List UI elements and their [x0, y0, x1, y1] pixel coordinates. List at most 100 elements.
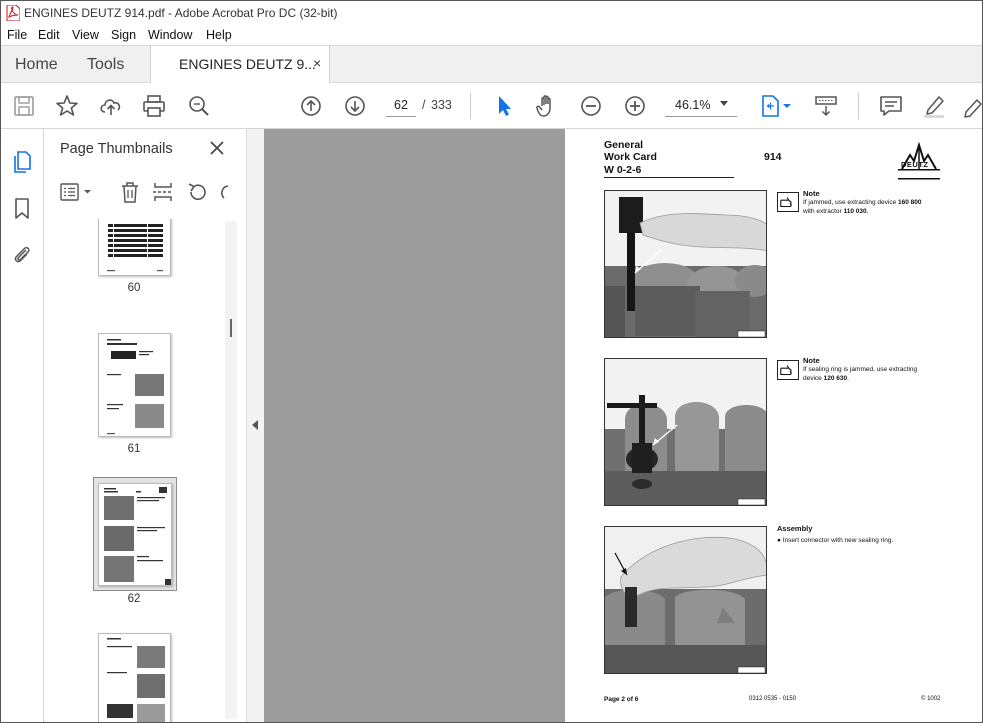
bullet-icon: ●	[777, 537, 781, 544]
pdf-page: General Work Card W 0-2-6 914 DEUTZ Note…	[565, 129, 983, 723]
footer-doc-number: 0312 0535 - 0150	[749, 696, 797, 702]
draw-pen-icon[interactable]	[960, 92, 983, 120]
page-thumbnail-preview	[107, 339, 164, 435]
tab-tools[interactable]: Tools	[87, 56, 124, 74]
photo-1-image	[605, 191, 766, 337]
note-hand-icon	[777, 192, 799, 212]
menu-help[interactable]: Help	[206, 28, 232, 42]
tab-home[interactable]: Home	[15, 56, 58, 74]
photo-extracting-device	[604, 190, 767, 338]
menu-window[interactable]: Window	[148, 28, 192, 42]
note-1-part-number-b: 110 030	[843, 208, 867, 215]
toolbar: 62 / 333 46.1%	[0, 83, 983, 129]
photo-3-image	[605, 527, 766, 673]
page-thumbnails-icon[interactable]	[10, 149, 34, 173]
footer-copyright: © 1002	[921, 696, 941, 702]
document-viewport[interactable]: General Work Card W 0-2-6 914 DEUTZ Note…	[264, 129, 983, 723]
page-thumbnails-panel: Page Thumbnails 60 61 62	[44, 129, 246, 723]
note-2-text: If sealing ring is jammed, use extractin…	[803, 365, 917, 383]
note-2-text-c: .	[847, 375, 849, 382]
zoom-in-icon[interactable]	[621, 92, 649, 120]
page-number-input[interactable]: 62	[386, 93, 416, 117]
hand-tool-icon[interactable]	[533, 92, 561, 120]
scroll-mode-icon[interactable]	[812, 92, 840, 120]
menu-view[interactable]: View	[72, 28, 99, 42]
star-icon[interactable]	[53, 92, 81, 120]
bookmark-icon[interactable]	[10, 196, 34, 220]
page-thumbnail[interactable]	[98, 333, 171, 437]
scrollbar-thumb[interactable]	[230, 319, 232, 337]
menu-bar: File Edit View Sign Window Help	[0, 25, 983, 45]
thumbnail-page-number: 62	[127, 593, 141, 605]
note-1-text-a: If jammed, use extracting device	[803, 199, 899, 206]
title-bar: ENGINES DEUTZ 914.pdf - Adobe Acrobat Pr…	[0, 0, 983, 25]
print-icon[interactable]	[140, 92, 168, 120]
close-icon[interactable]	[208, 139, 226, 157]
collapse-panel-icon[interactable]	[252, 420, 258, 430]
document-tab-label: ENGINES DEUTZ 9...	[179, 56, 316, 72]
thumbnail-scrollbar[interactable]	[225, 221, 237, 719]
page-thumbnail[interactable]	[98, 219, 171, 276]
upload-cloud-icon[interactable]	[97, 92, 125, 120]
navigation-pane-strip	[0, 129, 44, 723]
select-cursor-icon[interactable]	[490, 92, 518, 120]
page-thumbnail-preview	[107, 224, 163, 272]
rotate-clockwise-icon[interactable]	[216, 179, 230, 205]
photo-insert-connector	[604, 526, 767, 674]
deutz-logo-text: DEUTZ	[901, 160, 929, 169]
delete-pages-icon[interactable]	[117, 179, 143, 205]
header-code: W 0-2-6	[604, 164, 642, 176]
window-title: ENGINES DEUTZ 914.pdf - Adobe Acrobat Pr…	[24, 6, 338, 20]
save-icon[interactable]	[10, 92, 38, 120]
note-1-part-number-a: 160 800	[898, 199, 922, 206]
header-general: General	[604, 139, 644, 151]
thumbnail-options-icon[interactable]	[58, 179, 98, 205]
photo-sealing-ring	[604, 358, 767, 506]
panel-title: Page Thumbnails	[60, 141, 173, 157]
highlight-pen-icon[interactable]	[920, 92, 948, 120]
page-separator: /	[422, 98, 426, 112]
thumbnail-page-number: 61	[127, 443, 141, 455]
assembly-step-text: Insert connector with new sealing ring.	[782, 537, 894, 544]
page-thumbnail-preview	[104, 487, 171, 585]
zoom-search-icon[interactable]	[185, 92, 213, 120]
thumbnail-list[interactable]: 60 61 62	[44, 219, 234, 723]
toolbar-divider	[470, 93, 471, 119]
note-1-label: Note	[803, 189, 820, 198]
attachment-paperclip-icon[interactable]	[10, 243, 34, 267]
header-workcard: Work Card	[604, 151, 657, 163]
note-2-text-a: If sealing ring is jammed, use extractin…	[803, 366, 918, 373]
next-page-icon[interactable]	[341, 92, 369, 120]
page-total: 333	[431, 98, 452, 112]
menu-file[interactable]: File	[7, 28, 27, 42]
fit-dropdown-chevron-icon[interactable]	[779, 92, 807, 120]
footer-page-of: Page 2 of 6	[604, 696, 639, 703]
page-thumbnail[interactable]	[98, 633, 171, 723]
rotate-counterclockwise-icon[interactable]	[184, 179, 210, 205]
chevron-down-icon[interactable]	[720, 101, 728, 106]
previous-page-icon[interactable]	[297, 92, 325, 120]
comment-icon[interactable]	[877, 92, 905, 120]
assembly-step: ● Insert connector with new sealing ring…	[777, 536, 893, 545]
page-thumbnail-selected[interactable]	[98, 483, 172, 586]
note-1-text-b: with extractor	[803, 208, 844, 215]
note-2-text-b: device	[803, 375, 824, 382]
menu-edit[interactable]: Edit	[38, 28, 60, 42]
note-2-label: Note	[803, 356, 820, 365]
photo-2-image	[605, 359, 766, 505]
tab-document[interactable]: ENGINES DEUTZ 9... ×	[150, 46, 330, 83]
insert-pages-icon[interactable]	[150, 179, 176, 205]
close-tab-icon[interactable]: ×	[313, 55, 321, 71]
header-rule	[604, 177, 734, 178]
menu-sign[interactable]: Sign	[111, 28, 136, 42]
header-model: 914	[764, 151, 782, 163]
toolbar-divider	[858, 93, 859, 119]
note-1-text-c: .	[866, 208, 869, 215]
pane-splitter[interactable]	[246, 129, 264, 723]
note-1-text: If jammed, use extracting device 160 800…	[803, 198, 922, 216]
assembly-heading: Assembly	[777, 524, 813, 533]
note-2-part-number: 120 630	[823, 375, 848, 382]
zoom-out-icon[interactable]	[577, 92, 605, 120]
tab-row: Home Tools ENGINES DEUTZ 9... ×	[0, 45, 983, 83]
note-hand-icon	[777, 360, 799, 380]
